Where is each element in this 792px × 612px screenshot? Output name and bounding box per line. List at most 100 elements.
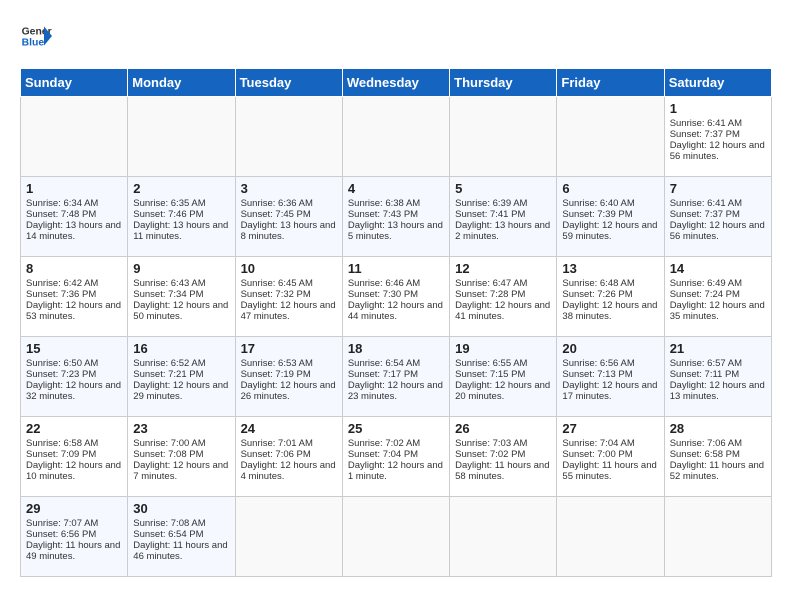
sunrise-text: Sunrise: 6:34 AM	[26, 198, 98, 209]
daylight-text: Daylight: 12 hours and 35 minutes.	[670, 300, 765, 322]
day-number: 8	[26, 261, 122, 276]
calendar-cell: 26 Sunrise: 7:03 AM Sunset: 7:02 PM Dayl…	[450, 417, 557, 497]
daylight-text: Daylight: 12 hours and 59 minutes.	[562, 220, 657, 242]
sunrise-text: Sunrise: 6:49 AM	[670, 278, 742, 289]
calendar-cell: 19 Sunrise: 6:55 AM Sunset: 7:15 PM Dayl…	[450, 337, 557, 417]
calendar-cell: 18 Sunrise: 6:54 AM Sunset: 7:17 PM Dayl…	[342, 337, 449, 417]
calendar-header-row: SundayMondayTuesdayWednesdayThursdayFrid…	[21, 69, 772, 97]
day-number: 6	[562, 181, 658, 196]
sunset-text: Sunset: 7:37 PM	[670, 129, 740, 140]
calendar-week-row: 1 Sunrise: 6:41 AM Sunset: 7:37 PM Dayli…	[21, 97, 772, 177]
sunset-text: Sunset: 7:36 PM	[26, 289, 96, 300]
calendar-cell	[342, 97, 449, 177]
sunrise-text: Sunrise: 6:38 AM	[348, 198, 420, 209]
daylight-text: Daylight: 12 hours and 44 minutes.	[348, 300, 443, 322]
sunset-text: Sunset: 6:58 PM	[670, 449, 740, 460]
calendar-cell: 7 Sunrise: 6:41 AM Sunset: 7:37 PM Dayli…	[664, 177, 771, 257]
daylight-text: Daylight: 12 hours and 29 minutes.	[133, 380, 228, 402]
sunset-text: Sunset: 7:34 PM	[133, 289, 203, 300]
day-number: 16	[133, 341, 229, 356]
daylight-text: Daylight: 12 hours and 56 minutes.	[670, 140, 765, 162]
calendar-cell: 12 Sunrise: 6:47 AM Sunset: 7:28 PM Dayl…	[450, 257, 557, 337]
daylight-text: Daylight: 13 hours and 5 minutes.	[348, 220, 443, 242]
calendar-cell: 27 Sunrise: 7:04 AM Sunset: 7:00 PM Dayl…	[557, 417, 664, 497]
daylight-text: Daylight: 13 hours and 14 minutes.	[26, 220, 121, 242]
sunset-text: Sunset: 7:41 PM	[455, 209, 525, 220]
sunset-text: Sunset: 7:15 PM	[455, 369, 525, 380]
sunset-text: Sunset: 7:11 PM	[670, 369, 740, 380]
calendar-cell: 2 Sunrise: 6:35 AM Sunset: 7:46 PM Dayli…	[128, 177, 235, 257]
sunrise-text: Sunrise: 7:00 AM	[133, 438, 205, 449]
day-number: 22	[26, 421, 122, 436]
daylight-text: Daylight: 12 hours and 50 minutes.	[133, 300, 228, 322]
sunset-text: Sunset: 7:00 PM	[562, 449, 632, 460]
calendar-cell: 16 Sunrise: 6:52 AM Sunset: 7:21 PM Dayl…	[128, 337, 235, 417]
daylight-text: Daylight: 12 hours and 23 minutes.	[348, 380, 443, 402]
daylight-text: Daylight: 12 hours and 41 minutes.	[455, 300, 550, 322]
sunset-text: Sunset: 6:56 PM	[26, 529, 96, 540]
day-number: 12	[455, 261, 551, 276]
day-number: 14	[670, 261, 766, 276]
sunset-text: Sunset: 7:48 PM	[26, 209, 96, 220]
daylight-text: Daylight: 12 hours and 47 minutes.	[241, 300, 336, 322]
sunset-text: Sunset: 7:46 PM	[133, 209, 203, 220]
calendar-week-row: 8 Sunrise: 6:42 AM Sunset: 7:36 PM Dayli…	[21, 257, 772, 337]
sunrise-text: Sunrise: 6:43 AM	[133, 278, 205, 289]
calendar-cell	[342, 497, 449, 577]
sunrise-text: Sunrise: 7:03 AM	[455, 438, 527, 449]
calendar-cell: 20 Sunrise: 6:56 AM Sunset: 7:13 PM Dayl…	[557, 337, 664, 417]
calendar-cell: 10 Sunrise: 6:45 AM Sunset: 7:32 PM Dayl…	[235, 257, 342, 337]
sunset-text: Sunset: 7:19 PM	[241, 369, 311, 380]
sunset-text: Sunset: 7:43 PM	[348, 209, 418, 220]
daylight-text: Daylight: 12 hours and 26 minutes.	[241, 380, 336, 402]
sunset-text: Sunset: 7:23 PM	[26, 369, 96, 380]
sunrise-text: Sunrise: 6:47 AM	[455, 278, 527, 289]
sunset-text: Sunset: 7:02 PM	[455, 449, 525, 460]
sunrise-text: Sunrise: 7:02 AM	[348, 438, 420, 449]
daylight-text: Daylight: 12 hours and 13 minutes.	[670, 380, 765, 402]
sunset-text: Sunset: 7:30 PM	[348, 289, 418, 300]
calendar-cell: 23 Sunrise: 7:00 AM Sunset: 7:08 PM Dayl…	[128, 417, 235, 497]
sunrise-text: Sunrise: 6:57 AM	[670, 358, 742, 369]
daylight-text: Daylight: 12 hours and 10 minutes.	[26, 460, 121, 482]
calendar-cell	[557, 497, 664, 577]
day-number: 21	[670, 341, 766, 356]
calendar-cell: 6 Sunrise: 6:40 AM Sunset: 7:39 PM Dayli…	[557, 177, 664, 257]
calendar-cell: 4 Sunrise: 6:38 AM Sunset: 7:43 PM Dayli…	[342, 177, 449, 257]
calendar-cell	[557, 97, 664, 177]
sunrise-text: Sunrise: 7:08 AM	[133, 518, 205, 529]
calendar-cell: 8 Sunrise: 6:42 AM Sunset: 7:36 PM Dayli…	[21, 257, 128, 337]
calendar-cell: 11 Sunrise: 6:46 AM Sunset: 7:30 PM Dayl…	[342, 257, 449, 337]
logo: General Blue	[20, 20, 58, 52]
calendar-week-row: 22 Sunrise: 6:58 AM Sunset: 7:09 PM Dayl…	[21, 417, 772, 497]
calendar-cell	[450, 497, 557, 577]
sunrise-text: Sunrise: 7:01 AM	[241, 438, 313, 449]
sunset-text: Sunset: 7:21 PM	[133, 369, 203, 380]
day-number: 1	[670, 101, 766, 116]
daylight-text: Daylight: 12 hours and 38 minutes.	[562, 300, 657, 322]
day-number: 28	[670, 421, 766, 436]
daylight-text: Daylight: 12 hours and 7 minutes.	[133, 460, 228, 482]
header-saturday: Saturday	[664, 69, 771, 97]
calendar-cell	[664, 497, 771, 577]
sunrise-text: Sunrise: 7:04 AM	[562, 438, 634, 449]
day-number: 17	[241, 341, 337, 356]
daylight-text: Daylight: 11 hours and 55 minutes.	[562, 460, 656, 482]
daylight-text: Daylight: 12 hours and 17 minutes.	[562, 380, 657, 402]
sunset-text: Sunset: 7:26 PM	[562, 289, 632, 300]
sunrise-text: Sunrise: 6:36 AM	[241, 198, 313, 209]
sunrise-text: Sunrise: 6:50 AM	[26, 358, 98, 369]
sunrise-text: Sunrise: 7:06 AM	[670, 438, 742, 449]
calendar-cell: 28 Sunrise: 7:06 AM Sunset: 6:58 PM Dayl…	[664, 417, 771, 497]
day-number: 10	[241, 261, 337, 276]
calendar-cell	[235, 497, 342, 577]
day-number: 9	[133, 261, 229, 276]
sunrise-text: Sunrise: 6:40 AM	[562, 198, 634, 209]
calendar-cell: 29 Sunrise: 7:07 AM Sunset: 6:56 PM Dayl…	[21, 497, 128, 577]
daylight-text: Daylight: 13 hours and 2 minutes.	[455, 220, 550, 242]
sunset-text: Sunset: 7:37 PM	[670, 209, 740, 220]
daylight-text: Daylight: 12 hours and 1 minute.	[348, 460, 443, 482]
header-sunday: Sunday	[21, 69, 128, 97]
sunset-text: Sunset: 7:32 PM	[241, 289, 311, 300]
calendar-cell: 9 Sunrise: 6:43 AM Sunset: 7:34 PM Dayli…	[128, 257, 235, 337]
